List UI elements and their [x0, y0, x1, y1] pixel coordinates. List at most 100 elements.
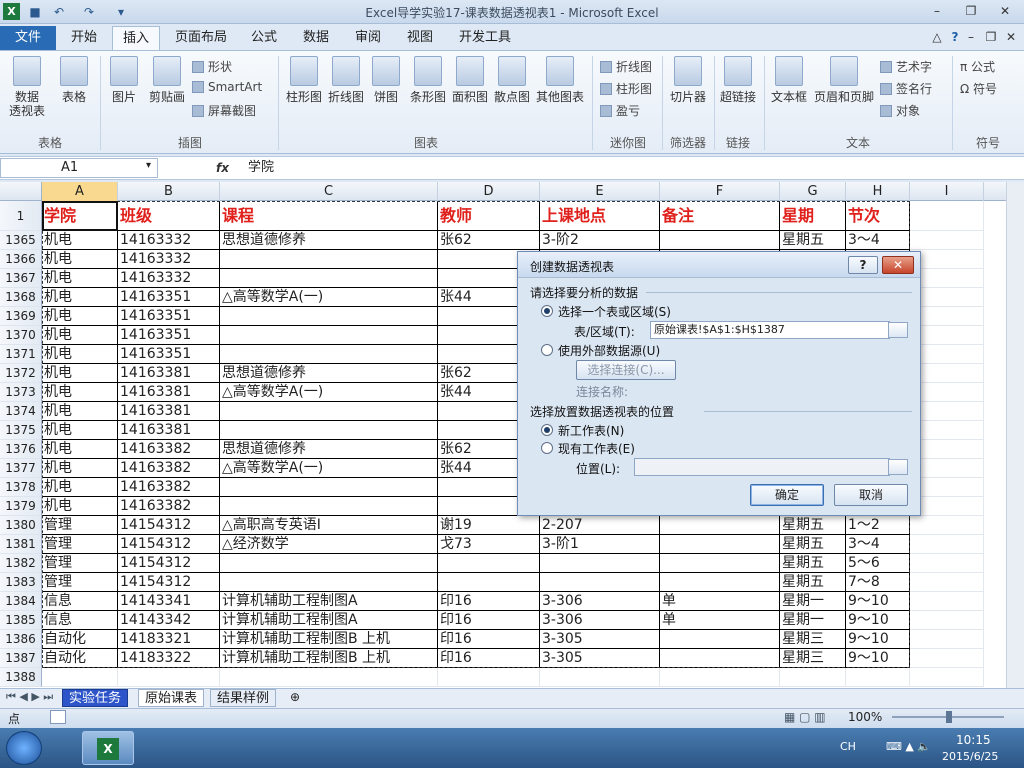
- table-cell[interactable]: 星期五: [780, 231, 846, 250]
- table-cell[interactable]: [220, 421, 438, 440]
- header-cell[interactable]: 班级: [118, 201, 220, 231]
- sparkline-winloss-button[interactable]: 盈亏: [600, 102, 640, 119]
- table-cell[interactable]: 星期五: [780, 573, 846, 592]
- table-cell[interactable]: [220, 345, 438, 364]
- table-cell[interactable]: [220, 554, 438, 573]
- smartart-button[interactable]: SmartArt: [192, 80, 262, 94]
- table-cell[interactable]: [220, 497, 438, 516]
- row-header[interactable]: 1371: [0, 345, 42, 364]
- table-cell[interactable]: 14163382: [118, 478, 220, 497]
- table-cell[interactable]: 14154312: [118, 535, 220, 554]
- table-cell[interactable]: [438, 554, 540, 573]
- table-cell[interactable]: 机电: [42, 269, 118, 288]
- table-cell[interactable]: △高等数学A(一): [220, 383, 438, 402]
- table-cell[interactable]: 思想道德修养: [220, 440, 438, 459]
- table-cell[interactable]: 14163382: [118, 459, 220, 478]
- table-cell[interactable]: 印16: [438, 649, 540, 668]
- sparkline-line-button[interactable]: 折线图: [600, 58, 652, 75]
- table-cell[interactable]: [660, 668, 780, 687]
- table-cell[interactable]: [220, 307, 438, 326]
- table-cell[interactable]: 5～6: [846, 554, 910, 573]
- table-cell[interactable]: 14183322: [118, 649, 220, 668]
- wordart-button[interactable]: 艺术字: [880, 58, 932, 75]
- table-cell[interactable]: 14163351: [118, 345, 220, 364]
- fx-icon[interactable]: fx: [216, 158, 236, 178]
- table-cell[interactable]: 14163351: [118, 288, 220, 307]
- table-cell[interactable]: 计算机辅助工程制图B 上机: [220, 630, 438, 649]
- row-header[interactable]: 1366: [0, 250, 42, 269]
- table-cell[interactable]: 机电: [42, 231, 118, 250]
- table-cell[interactable]: [220, 326, 438, 345]
- dialog-help-button[interactable]: ?: [848, 256, 878, 274]
- taskbar-excel-button[interactable]: X: [82, 731, 134, 765]
- empty-cell[interactable]: [910, 231, 984, 250]
- table-cell[interactable]: 机电: [42, 288, 118, 307]
- minimize-icon[interactable]: –: [926, 2, 948, 20]
- range-collapse-icon[interactable]: [888, 322, 908, 338]
- radio-existing-sheet[interactable]: [541, 442, 553, 454]
- row-header[interactable]: 1380: [0, 516, 42, 535]
- table-cell[interactable]: 管理: [42, 554, 118, 573]
- table-cell[interactable]: 管理: [42, 535, 118, 554]
- picture-button[interactable]: 图片: [104, 56, 144, 104]
- row-header[interactable]: 1: [0, 201, 42, 231]
- table-button[interactable]: 表格: [54, 56, 94, 104]
- radio-new-sheet-label[interactable]: 新工作表(N): [558, 422, 624, 439]
- table-cell[interactable]: 14163332: [118, 250, 220, 269]
- other-charts-button[interactable]: 其他图表: [534, 56, 586, 104]
- row-header[interactable]: 1379: [0, 497, 42, 516]
- table-cell[interactable]: 14163351: [118, 326, 220, 345]
- bar-chart-button[interactable]: 条形图: [408, 56, 448, 104]
- table-cell[interactable]: 星期五: [780, 516, 846, 535]
- table-cell[interactable]: 机电: [42, 459, 118, 478]
- symbol-button[interactable]: Ω 符号: [960, 80, 997, 97]
- table-cell[interactable]: 机电: [42, 307, 118, 326]
- table-cell[interactable]: 自动化: [42, 630, 118, 649]
- column-chart-button[interactable]: 柱形图: [284, 56, 324, 104]
- range-input[interactable]: 原始课表!$A$1:$H$1387: [650, 321, 890, 339]
- empty-cell[interactable]: [910, 421, 984, 440]
- empty-cell[interactable]: [910, 478, 984, 497]
- shapes-button[interactable]: 形状: [192, 58, 232, 75]
- table-cell[interactable]: 9～10: [846, 592, 910, 611]
- header-cell[interactable]: 备注: [660, 201, 780, 231]
- area-chart-button[interactable]: 面积图: [450, 56, 490, 104]
- sheet-tab-task[interactable]: 实验任务: [62, 689, 129, 707]
- table-cell[interactable]: 单: [660, 611, 780, 630]
- row-header[interactable]: 1369: [0, 307, 42, 326]
- table-cell[interactable]: [220, 668, 438, 687]
- table-cell[interactable]: 3-306: [540, 592, 660, 611]
- radio-select-table[interactable]: [541, 305, 553, 317]
- table-cell[interactable]: 9～10: [846, 630, 910, 649]
- line-chart-button[interactable]: 折线图: [326, 56, 366, 104]
- tray-icons[interactable]: ⌨ ▲ 🔈: [886, 740, 931, 753]
- table-cell[interactable]: [438, 573, 540, 592]
- empty-cell[interactable]: [910, 611, 984, 630]
- empty-cell[interactable]: [910, 630, 984, 649]
- row-header[interactable]: 1373: [0, 383, 42, 402]
- table-cell[interactable]: [660, 535, 780, 554]
- table-cell[interactable]: 星期三: [780, 649, 846, 668]
- table-cell[interactable]: 管理: [42, 573, 118, 592]
- row-header[interactable]: 1381: [0, 535, 42, 554]
- table-cell[interactable]: [220, 573, 438, 592]
- table-cell[interactable]: [42, 668, 118, 687]
- table-cell[interactable]: 信息: [42, 592, 118, 611]
- table-cell[interactable]: [438, 668, 540, 687]
- table-cell[interactable]: 机电: [42, 383, 118, 402]
- table-cell[interactable]: 14163332: [118, 231, 220, 250]
- table-cell[interactable]: 自动化: [42, 649, 118, 668]
- row-header[interactable]: 1386: [0, 630, 42, 649]
- empty-cell[interactable]: [910, 497, 984, 516]
- row-header[interactable]: 1368: [0, 288, 42, 307]
- table-cell[interactable]: 3～4: [846, 231, 910, 250]
- table-cell[interactable]: 计算机辅助工程制图A: [220, 592, 438, 611]
- empty-cell[interactable]: [910, 535, 984, 554]
- cancel-button[interactable]: 取消: [834, 484, 908, 506]
- table-cell[interactable]: 机电: [42, 402, 118, 421]
- empty-cell[interactable]: [910, 345, 984, 364]
- table-cell[interactable]: 14163381: [118, 421, 220, 440]
- table-cell[interactable]: 9～10: [846, 649, 910, 668]
- table-cell[interactable]: 思想道德修养: [220, 231, 438, 250]
- table-cell[interactable]: 3-305: [540, 630, 660, 649]
